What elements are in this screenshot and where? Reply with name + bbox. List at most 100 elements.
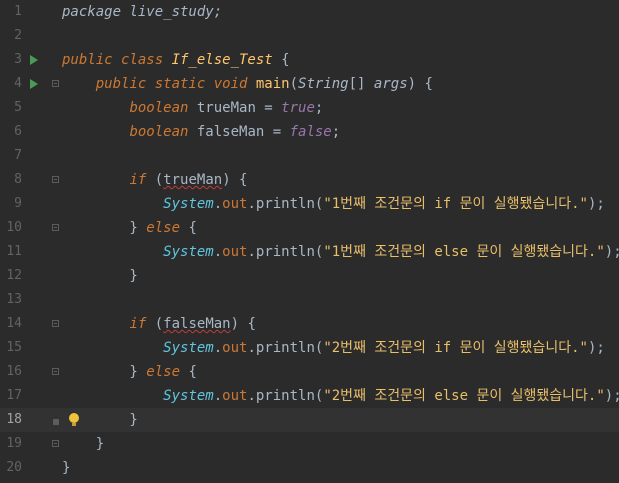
- code-token: }: [62, 412, 138, 428]
- code-token: else: [146, 364, 189, 380]
- code-line[interactable]: 5 boolean trueMan = true;: [0, 96, 619, 120]
- code-token: public static void: [95, 76, 256, 92]
- line-number: 14: [6, 316, 22, 331]
- code-editor[interactable]: 1 package live_study; 2 3 public class If_el…: [0, 0, 619, 483]
- code-token: System: [163, 196, 214, 212]
- code-token: );: [587, 340, 605, 356]
- code-text[interactable]: System.out.println("1번째 조건문의 else 문이 실행됐…: [62, 240, 619, 264]
- line-number: 17: [6, 388, 22, 403]
- code-line[interactable]: 4 public static void main(String[] args)…: [0, 72, 619, 96]
- code-token: falseMan =: [196, 124, 290, 140]
- code-text[interactable]: if (trueMan) {: [62, 168, 247, 192]
- code-line[interactable]: 12 }: [0, 264, 619, 288]
- code-token: (: [289, 76, 299, 92]
- code-text[interactable]: }: [62, 408, 138, 432]
- code-token: );: [604, 388, 619, 404]
- code-text[interactable]: } else {: [62, 360, 196, 384]
- code-text[interactable]: System.out.println("2번째 조건문의 else 문이 실행됐…: [62, 384, 619, 408]
- run-icon[interactable]: [30, 55, 38, 65]
- code-token: .: [213, 244, 223, 260]
- code-line[interactable]: 7: [0, 144, 619, 168]
- code-line[interactable]: 15 System.out.println("2번째 조건문의 if 문이 실행…: [0, 336, 619, 360]
- code-token: ) {: [222, 172, 248, 188]
- code-token: boolean: [129, 100, 197, 116]
- code-line[interactable]: 3 public class If_else_Test {: [0, 48, 619, 72]
- fold-icon[interactable]: [52, 224, 59, 231]
- code-line[interactable]: 8 if (trueMan) {: [0, 168, 619, 192]
- code-token: ;: [314, 100, 324, 116]
- code-line[interactable]: 20}: [0, 456, 619, 480]
- line-number: 15: [6, 340, 22, 355]
- code-line[interactable]: 13: [0, 288, 619, 312]
- code-token: ) {: [230, 316, 256, 332]
- code-line[interactable]: 11 System.out.println("1번째 조건문의 else 문이 …: [0, 240, 619, 264]
- line-number: 8: [14, 172, 22, 187]
- code-line[interactable]: 9 System.out.println("1번째 조건문의 if 문이 실행됐…: [0, 192, 619, 216]
- code-line[interactable]: 19 }: [0, 432, 619, 456]
- code-line[interactable]: 18 }: [0, 408, 619, 432]
- code-token: if: [129, 172, 155, 188]
- line-number: 3: [14, 52, 22, 67]
- fold-icon[interactable]: [52, 176, 59, 183]
- line-number: 5: [14, 100, 22, 115]
- code-text[interactable]: }: [62, 456, 70, 480]
- fold-icon[interactable]: [52, 440, 59, 447]
- code-token: public class: [62, 52, 172, 68]
- code-token: System: [163, 388, 214, 404]
- code-line[interactable]: 16 } else {: [0, 360, 619, 384]
- code-text[interactable]: } else {: [62, 216, 197, 240]
- code-token: .println(: [247, 388, 324, 404]
- code-token: out: [222, 388, 248, 404]
- code-token: {: [188, 220, 197, 236]
- fold-icon[interactable]: [53, 419, 59, 425]
- code-line[interactable]: 2: [0, 24, 619, 48]
- fold-icon[interactable]: [52, 320, 59, 327]
- code-token: out: [222, 244, 248, 260]
- code-token: .: [213, 388, 223, 404]
- line-number: 19: [6, 436, 22, 451]
- code-text[interactable]: boolean falseMan = false;: [62, 120, 340, 144]
- fold-icon[interactable]: [52, 80, 59, 87]
- code-text[interactable]: if (falseMan) {: [62, 312, 256, 336]
- code-token: falseMan: [163, 316, 231, 332]
- code-text[interactable]: System.out.println("1번째 조건문의 if 문이 실행됐습니…: [62, 192, 605, 216]
- code-token: "1번째 조건문의 else 문이 실행됐습니다.": [323, 244, 605, 260]
- code-token: (: [154, 172, 164, 188]
- code-line[interactable]: 10 } else {: [0, 216, 619, 240]
- code-line[interactable]: 1 package live_study;: [0, 0, 619, 24]
- code-token: trueMan: [163, 172, 223, 188]
- code-text[interactable]: public static void main(String[] args) {: [62, 72, 433, 96]
- line-number: 12: [6, 268, 22, 283]
- code-token: trueMan =: [196, 100, 282, 116]
- line-number: 20: [6, 460, 22, 475]
- code-token: out: [222, 340, 248, 356]
- code-token: if: [129, 316, 155, 332]
- code-text[interactable]: }: [62, 264, 137, 288]
- code-token: out: [222, 196, 248, 212]
- code-line[interactable]: 6 boolean falseMan = false;: [0, 120, 619, 144]
- line-number: 13: [6, 292, 22, 307]
- fold-icon[interactable]: [52, 368, 59, 375]
- code-text[interactable]: boolean trueMan = true;: [62, 96, 323, 120]
- code-token: "1번째 조건문의 if 문이 실행됐습니다.": [323, 196, 588, 212]
- code-token: args: [373, 76, 408, 92]
- code-token: package live_study;: [62, 4, 223, 20]
- code-text[interactable]: package live_study;: [62, 0, 222, 24]
- line-number: 9: [14, 196, 22, 211]
- code-text[interactable]: }: [62, 432, 104, 456]
- line-number: 1: [14, 4, 22, 19]
- line-number: 4: [14, 76, 22, 91]
- code-line[interactable]: 14 if (falseMan) {: [0, 312, 619, 336]
- code-line[interactable]: 17 System.out.println("2번째 조건문의 else 문이 …: [0, 384, 619, 408]
- line-number: 2: [14, 28, 22, 43]
- code-token: String: [298, 76, 349, 92]
- code-text[interactable]: public class If_else_Test {: [62, 48, 290, 72]
- code-text[interactable]: System.out.println("2번째 조건문의 if 문이 실행됐습니…: [62, 336, 605, 360]
- run-icon[interactable]: [30, 79, 38, 89]
- code-token: .: [213, 340, 223, 356]
